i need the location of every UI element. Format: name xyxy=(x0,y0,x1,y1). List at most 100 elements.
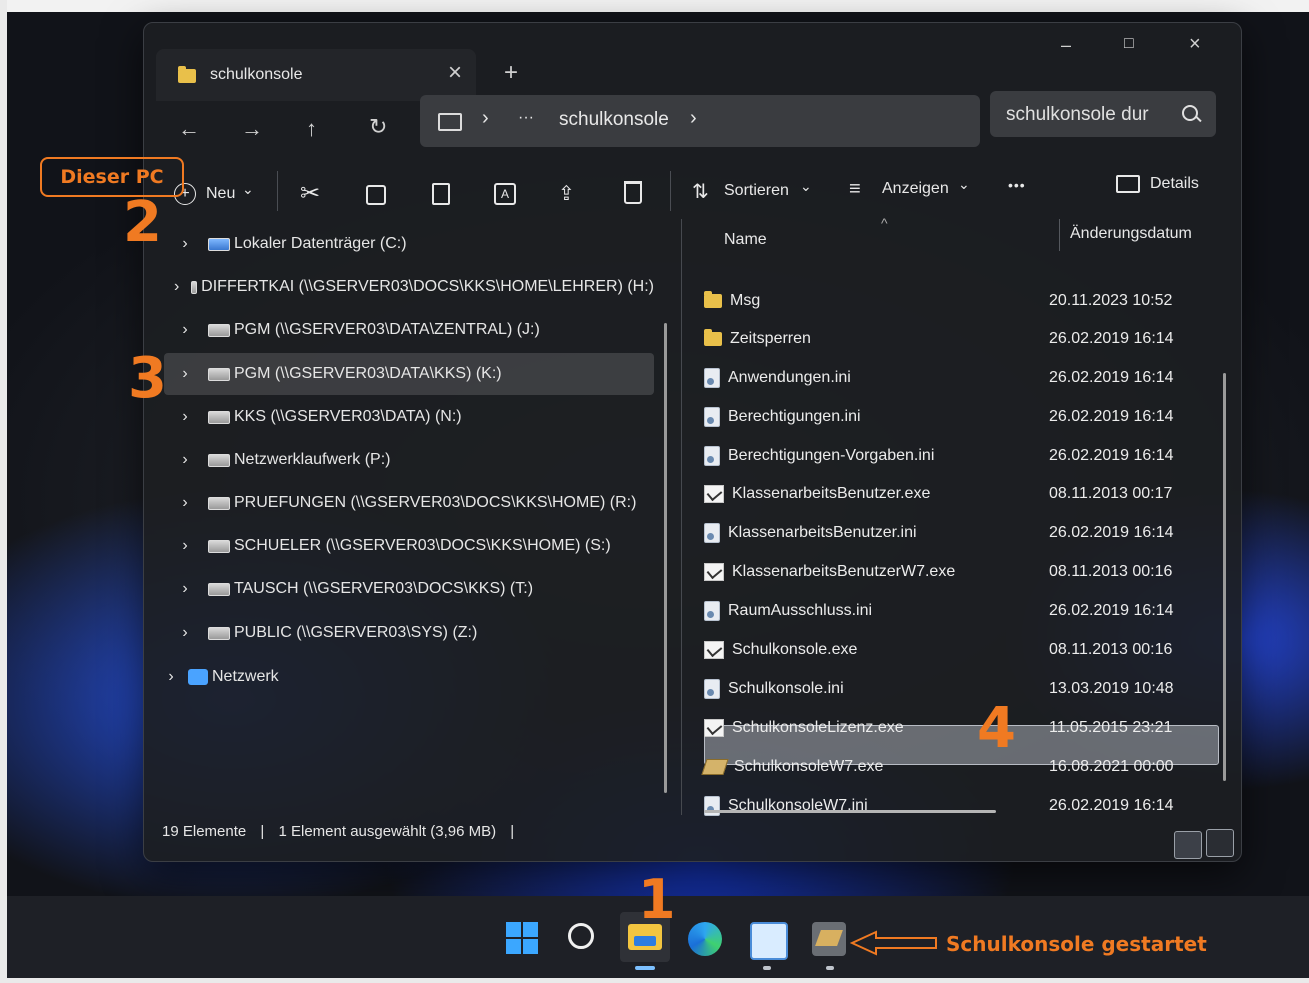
breadcrumb-current[interactable]: schulkonsole xyxy=(559,109,669,131)
file-row[interactable]: Schulkonsole.ini 13.03.2019 10:48 xyxy=(704,671,1214,707)
file-row[interactable]: Berechtigungen-Vorgaben.ini 26.02.2019 1… xyxy=(704,438,1214,474)
search-input[interactable]: schulkonsole dur xyxy=(990,91,1216,137)
forward-button[interactable]: → xyxy=(241,116,263,142)
annotation-step-2: 2 xyxy=(123,190,162,255)
details-button[interactable]: Details xyxy=(1150,175,1199,193)
expand-chevron-icon[interactable]: › xyxy=(174,365,196,383)
view-button[interactable]: Anzeigen xyxy=(882,180,949,198)
expand-chevron-icon[interactable]: › xyxy=(174,451,196,469)
minimize-button[interactable]: – xyxy=(1061,35,1071,56)
nav-item-drive-z[interactable]: › PUBLIC (\\GSERVER03\SYS) (Z:) xyxy=(144,612,654,654)
nav-item-local-drive[interactable]: › Lokaler Datenträger (C:) xyxy=(144,223,654,265)
network-drive-icon xyxy=(208,453,230,467)
nav-item-network[interactable]: › Netzwerk xyxy=(144,656,654,698)
expand-chevron-icon[interactable]: › xyxy=(174,624,196,642)
nav-item-drive-h[interactable]: › DIFFERTKAI (\\GSERVER03\DOCS\KKS\HOME\… xyxy=(144,266,654,308)
file-name: KlassenarbeitsBenutzer.exe xyxy=(732,485,931,502)
address-bar[interactable]: › ··· schulkonsole › xyxy=(420,95,980,147)
nav-item-drive-t[interactable]: › TAUSCH (\\GSERVER03\DOCS\KKS) (T:) xyxy=(144,568,654,610)
expand-chevron-icon[interactable]: › xyxy=(174,580,196,598)
file-row[interactable]: KlassenarbeitsBenutzer.exe 08.11.2013 00… xyxy=(704,476,1214,512)
file-date: 20.11.2023 10:52 xyxy=(1049,292,1173,309)
new-tab-button[interactable]: + xyxy=(504,59,518,87)
rename-icon[interactable]: A xyxy=(494,183,516,205)
file-row[interactable]: Berechtigungen.ini 26.02.2019 16:14 xyxy=(704,399,1214,435)
edge-icon[interactable] xyxy=(688,922,722,956)
file-list-scrollbar[interactable] xyxy=(1223,373,1226,781)
expand-chevron-icon[interactable]: › xyxy=(160,668,182,686)
paste-icon[interactable] xyxy=(432,183,450,205)
expand-chevron-icon[interactable]: › xyxy=(174,235,196,253)
expand-chevron-icon[interactable]: › xyxy=(174,278,179,296)
active-app-indicator xyxy=(635,966,655,970)
file-list-hscrollbar[interactable] xyxy=(704,810,996,813)
file-row-selected[interactable]: SchulkonsoleW7.exe 16.08.2021 00:00 xyxy=(701,749,1214,785)
file-date: 13.03.2019 10:48 xyxy=(1049,680,1174,697)
expand-chevron-icon[interactable]: › xyxy=(174,408,196,426)
search-icon-handle xyxy=(1195,115,1202,123)
file-row[interactable]: RaumAusschluss.ini 26.02.2019 16:14 xyxy=(704,593,1214,629)
tab-schulkonsole[interactable]: schulkonsole × xyxy=(156,49,476,101)
file-row[interactable]: SchulkonsoleW7.ini 26.02.2019 16:14 xyxy=(704,788,1214,824)
expand-chevron-icon[interactable]: › xyxy=(174,537,196,555)
expand-chevron-icon[interactable]: › xyxy=(174,321,196,339)
computer-icon[interactable] xyxy=(438,113,462,131)
tiles-view-icon[interactable] xyxy=(1206,829,1234,857)
back-button[interactable]: ← xyxy=(178,116,200,142)
chevron-down-icon[interactable]: ⌄ xyxy=(958,176,970,193)
breadcrumb-more[interactable]: ··· xyxy=(518,109,534,127)
nav-item-label: PUBLIC (\\GSERVER03\SYS) (Z:) xyxy=(234,624,478,641)
sort-button[interactable]: Sortieren xyxy=(724,182,789,200)
file-row[interactable]: Schulkonsole.exe 08.11.2013 00:16 xyxy=(704,632,1214,668)
close-window-button[interactable]: × xyxy=(1189,33,1201,56)
exe-file-icon xyxy=(704,485,724,503)
copy-icon[interactable] xyxy=(366,185,386,205)
windows-start-icon[interactable] xyxy=(506,922,538,954)
refresh-button[interactable]: ↻ xyxy=(369,114,387,140)
nav-item-drive-r[interactable]: › PRUEFUNGEN (\\GSERVER03\DOCS\KKS\HOME)… xyxy=(144,482,654,524)
cut-icon[interactable]: ✂ xyxy=(300,179,320,208)
chevron-down-icon[interactable]: ⌄ xyxy=(242,181,254,198)
file-row[interactable]: KlassenarbeitsBenutzer.ini 26.02.2019 16… xyxy=(704,515,1214,551)
maximize-button[interactable]: □ xyxy=(1124,35,1134,53)
nav-item-drive-s[interactable]: › SCHUELER (\\GSERVER03\DOCS\KKS\HOME) (… xyxy=(144,525,654,567)
folder-icon xyxy=(704,291,722,308)
chevron-down-icon[interactable]: ⌄ xyxy=(800,178,812,195)
delete-icon[interactable] xyxy=(624,181,642,204)
up-button[interactable]: ↑ xyxy=(306,116,317,142)
running-app-indicator xyxy=(763,966,771,970)
nav-item-drive-n[interactable]: › KKS (\\GSERVER03\DATA) (N:) xyxy=(144,396,654,438)
details-view-icon[interactable] xyxy=(1174,831,1202,859)
ini-file-icon xyxy=(704,523,720,543)
expand-chevron-icon[interactable]: › xyxy=(174,494,196,512)
close-tab-icon[interactable]: × xyxy=(448,59,462,87)
view-icon[interactable]: ≡ xyxy=(849,178,861,201)
nav-item-drive-j[interactable]: › PGM (\\GSERVER03\DATA\ZENTRAL) (J:) xyxy=(144,309,654,351)
details-pane-icon[interactable] xyxy=(1116,175,1140,193)
search-icon[interactable] xyxy=(1182,105,1198,121)
network-drive-icon xyxy=(208,410,230,424)
file-row[interactable]: Anwendungen.ini 26.02.2019 16:14 xyxy=(704,360,1214,396)
more-options-button[interactable]: ••• xyxy=(1008,177,1026,193)
file-row[interactable]: KlassenarbeitsBenutzerW7.exe 08.11.2013 … xyxy=(704,554,1214,590)
breadcrumb-separator[interactable]: › xyxy=(690,107,697,130)
remote-app-icon[interactable] xyxy=(750,922,788,960)
file-date: 26.02.2019 16:14 xyxy=(1049,408,1174,425)
search-icon[interactable] xyxy=(568,923,594,949)
breadcrumb-separator[interactable]: › xyxy=(482,107,489,130)
new-button[interactable]: Neu xyxy=(206,185,235,203)
file-row[interactable]: Msg 20.11.2023 10:52 xyxy=(704,283,1214,319)
nav-scrollbar[interactable] xyxy=(664,323,667,793)
file-date: 26.02.2019 16:14 xyxy=(1049,330,1174,347)
pane-splitter[interactable] xyxy=(681,219,682,815)
file-name: Anwendungen.ini xyxy=(728,369,851,386)
sort-icon[interactable]: ⇅ xyxy=(692,179,709,204)
folder-icon xyxy=(704,329,722,346)
nav-item-drive-p[interactable]: › Netzwerklaufwerk (P:) xyxy=(144,439,654,481)
file-row[interactable]: Zeitsperren 26.02.2019 16:14 xyxy=(704,321,1214,357)
exe-file-icon xyxy=(704,719,724,737)
file-row[interactable]: SchulkonsoleLizenz.exe 11.05.2015 23:21 xyxy=(704,710,1214,746)
schulkonsole-icon[interactable] xyxy=(812,922,846,956)
nav-item-drive-k[interactable]: › PGM (\\GSERVER03\DATA\KKS) (K:) xyxy=(144,353,654,395)
share-icon[interactable]: ⇪ xyxy=(558,181,575,206)
